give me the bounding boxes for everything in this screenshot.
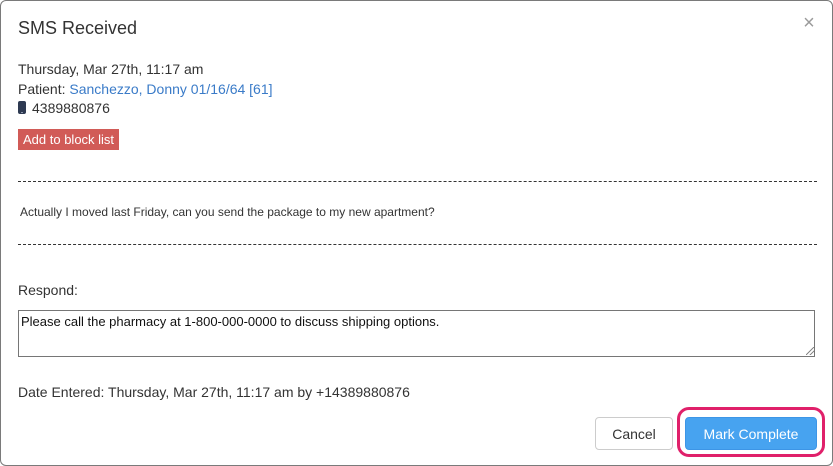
message-divider-bottom: [18, 244, 817, 245]
dialog-title: SMS Received: [18, 18, 138, 38]
phone-number: 4389880876: [32, 100, 110, 116]
received-timestamp: Thursday, Mar 27th, 11:17 am: [18, 61, 204, 77]
respond-label: Respond:: [18, 282, 78, 298]
phone-row: 4389880876: [18, 100, 110, 116]
sms-received-dialog: SMS Received × Thursday, Mar 27th, 11:17…: [0, 0, 833, 466]
add-to-block-list-button[interactable]: Add to block list: [18, 129, 120, 150]
close-icon[interactable]: ×: [801, 13, 817, 33]
patient-label: Patient:: [18, 81, 70, 97]
patient-row: Patient: Sanchezzo, Donny 01/16/64 [61]: [18, 81, 273, 97]
mobile-phone-icon: [18, 101, 26, 114]
message-divider-top: [18, 181, 817, 182]
mark-complete-button[interactable]: Mark Complete: [685, 417, 817, 450]
date-entered-text: Date Entered: Thursday, Mar 27th, 11:17 …: [18, 384, 410, 400]
respond-textarea[interactable]: Please call the pharmacy at 1-800-000-00…: [18, 310, 815, 357]
cancel-button[interactable]: Cancel: [595, 417, 673, 450]
sms-message-text: Actually I moved last Friday, can you se…: [20, 205, 435, 219]
patient-link[interactable]: Sanchezzo, Donny 01/16/64 [61]: [69, 81, 272, 97]
